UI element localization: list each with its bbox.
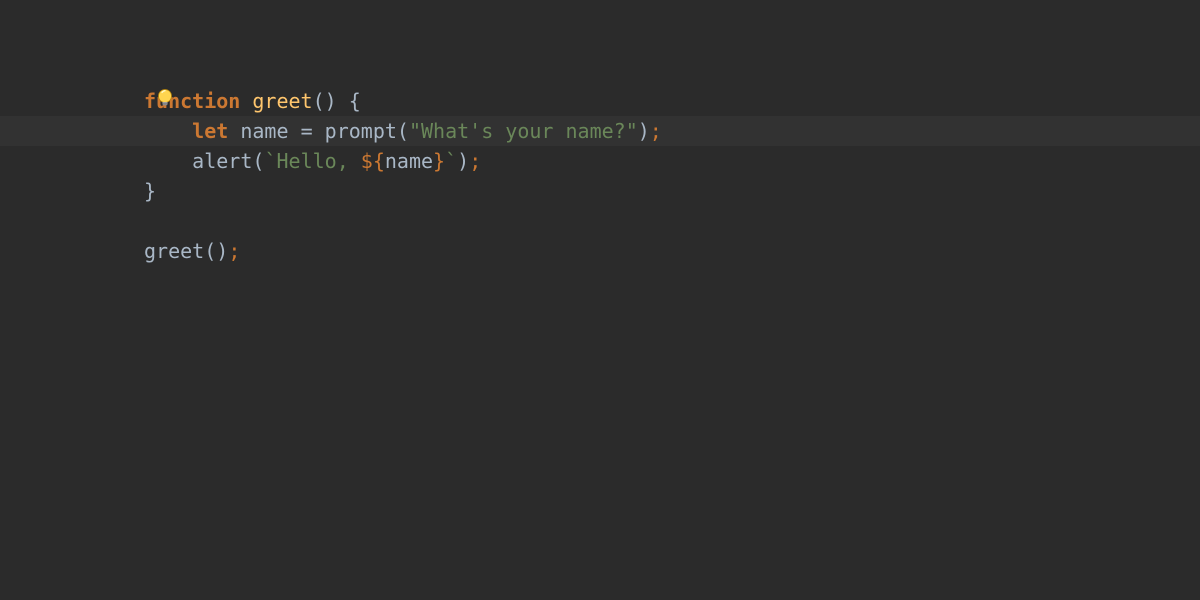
code-line[interactable]: function greet() { bbox=[0, 86, 1200, 116]
backtick: ` bbox=[264, 149, 276, 173]
code-line[interactable]: } bbox=[0, 176, 1200, 206]
code-editor[interactable]: function greet() { let name = prompt("Wh… bbox=[0, 0, 1200, 600]
paren-close: ) bbox=[457, 149, 469, 173]
lightbulb-icon[interactable] bbox=[155, 88, 175, 108]
space bbox=[228, 119, 240, 143]
code-line-empty[interactable] bbox=[0, 206, 1200, 236]
operator-assign: = bbox=[301, 119, 313, 143]
paren-close: ) bbox=[638, 119, 650, 143]
paren-open: ( bbox=[252, 149, 264, 173]
space bbox=[313, 119, 325, 143]
call-greet: greet bbox=[144, 239, 204, 263]
template-text: Hello, bbox=[276, 149, 360, 173]
interp-open: ${ bbox=[361, 149, 385, 173]
code-line[interactable]: alert(`Hello, ${name}`); bbox=[0, 146, 1200, 176]
paren-open: ( bbox=[397, 119, 409, 143]
backtick: ` bbox=[445, 149, 457, 173]
parens: () bbox=[204, 239, 228, 263]
code-line-active[interactable]: let name = prompt("What's your name?"); bbox=[0, 116, 1200, 146]
function-name: greet bbox=[252, 89, 312, 113]
call-prompt: prompt bbox=[325, 119, 397, 143]
semicolon: ; bbox=[228, 239, 240, 263]
indent bbox=[144, 146, 192, 176]
interp-close: } bbox=[433, 149, 445, 173]
semicolon: ; bbox=[469, 149, 481, 173]
variable-name: name bbox=[240, 119, 288, 143]
code-line[interactable]: greet(); bbox=[0, 236, 1200, 266]
variable-ref: name bbox=[385, 149, 433, 173]
call-alert: alert bbox=[192, 149, 252, 173]
semicolon: ; bbox=[650, 119, 662, 143]
string-literal: "What's your name?" bbox=[409, 119, 638, 143]
syntax-parens-brace: () { bbox=[313, 89, 361, 113]
keyword-let: let bbox=[192, 119, 228, 143]
space bbox=[289, 119, 301, 143]
indent bbox=[144, 116, 192, 146]
brace-close: } bbox=[144, 179, 156, 203]
